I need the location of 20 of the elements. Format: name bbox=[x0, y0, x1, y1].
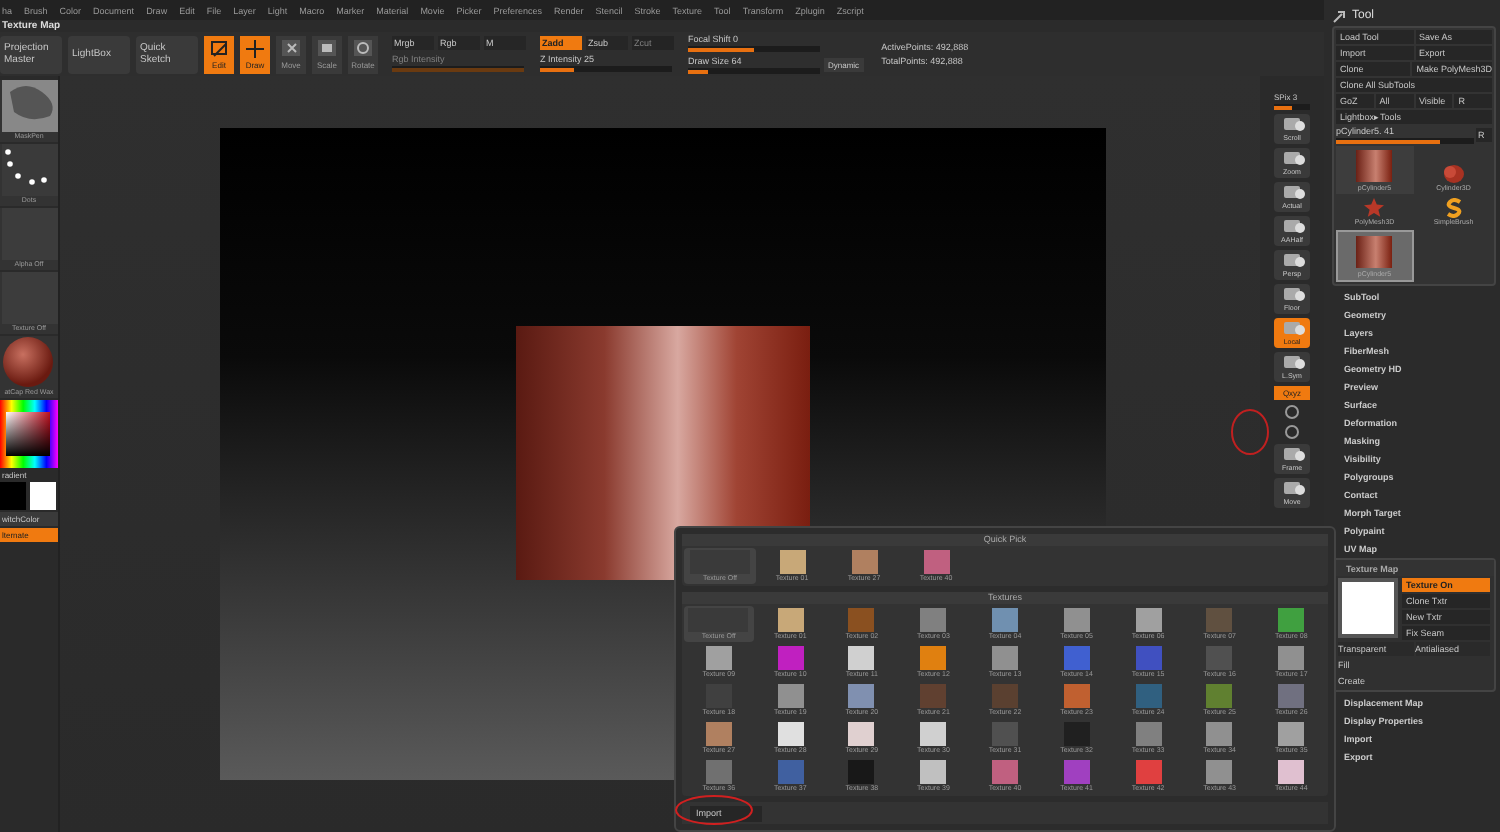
crosshair-icon bbox=[244, 38, 266, 58]
color-picker[interactable] bbox=[0, 400, 58, 468]
color-swatch[interactable] bbox=[30, 482, 56, 510]
square-pen-icon bbox=[208, 38, 230, 58]
annotation-circle bbox=[1230, 408, 1270, 456]
slider-track[interactable] bbox=[1336, 138, 1474, 144]
texture-thumbnail[interactable] bbox=[1338, 578, 1398, 638]
slider-track[interactable] bbox=[1274, 104, 1310, 110]
annotation-circle bbox=[674, 794, 754, 826]
square-cross-icon bbox=[280, 38, 302, 58]
slider-track[interactable] bbox=[688, 46, 820, 52]
circle-icon bbox=[1284, 424, 1300, 440]
star-icon bbox=[1362, 198, 1387, 218]
square-circle-icon bbox=[352, 38, 374, 58]
color-swatch[interactable] bbox=[0, 482, 26, 510]
brush-stroke-icon bbox=[1, 80, 57, 132]
sphere-icon bbox=[1, 336, 57, 388]
square-icon bbox=[316, 38, 338, 58]
s-shape-icon bbox=[1441, 198, 1466, 218]
circle-icon bbox=[1284, 404, 1300, 420]
